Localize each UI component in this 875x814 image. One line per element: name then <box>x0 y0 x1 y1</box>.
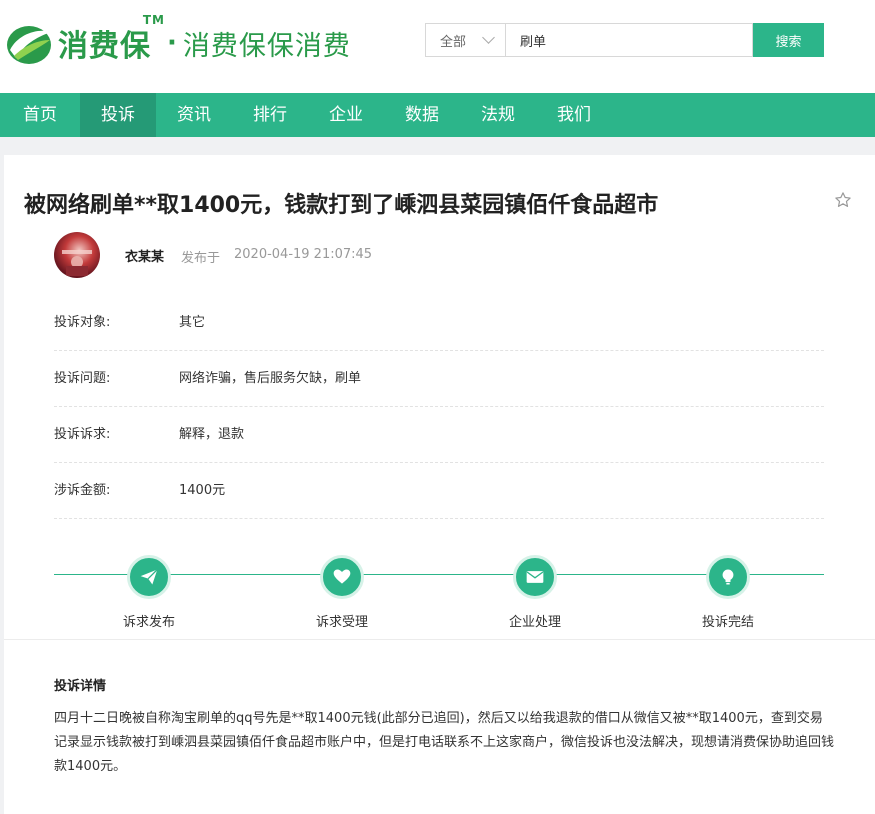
leaf-logo-icon <box>7 26 51 64</box>
field-label: 涉诉金额: <box>54 483 111 498</box>
complaint-card: 被网络刷单**取1400元，钱款打到了嵊泗县菜园镇佰仟食品超市 衣某某 发布于 … <box>4 155 875 814</box>
search-button[interactable]: 搜索 <box>753 23 824 57</box>
avatar[interactable] <box>54 232 100 278</box>
nav-item-about[interactable]: 我们 <box>536 93 612 137</box>
chevron-down-icon <box>482 31 495 44</box>
nav-item-complaints[interactable]: 投诉 <box>80 93 156 137</box>
site-logo[interactable]: 消费保 TM · 消费保保消费 <box>4 13 351 68</box>
step-completed: 投诉完结 <box>668 553 788 630</box>
nav-item-home[interactable]: 首页 <box>0 93 80 137</box>
heart-icon <box>320 555 364 599</box>
logo-slogan: 消费保保消费 <box>182 30 351 62</box>
site-header: 消费保TM · 消费保保消费 全部 搜索 <box>0 0 875 93</box>
logo-brand-text: 消费保 TM <box>58 13 165 64</box>
field-label: 投诉诉求: <box>54 427 111 442</box>
step-label: 诉求受理 <box>315 615 368 630</box>
step-label: 企业处理 <box>508 615 561 630</box>
paper-plane-icon <box>127 555 171 599</box>
nav-item-data[interactable]: 数据 <box>384 93 460 137</box>
search-scope-label: 全部 <box>440 34 467 50</box>
info-row-demand: 投诉诉求: 解释，退款 <box>54 407 824 463</box>
info-row-amount: 涉诉金额: 1400元 <box>54 463 824 519</box>
nav-item-companies[interactable]: 企业 <box>308 93 384 137</box>
complaint-title: 被网络刷单**取1400元，钱款打到了嵊泗县菜园镇佰仟食品超市 <box>24 193 659 218</box>
field-value: 其它 <box>179 315 206 330</box>
published-label: 发布于 <box>181 251 221 266</box>
step-label: 诉求发布 <box>122 615 175 630</box>
field-value: 1400元 <box>179 483 226 498</box>
mail-icon <box>513 555 557 599</box>
lightbulb-icon <box>706 555 750 599</box>
step-label: 投诉完结 <box>701 615 754 630</box>
info-row-target: 投诉对象: 其它 <box>54 295 824 351</box>
section-divider <box>4 639 875 640</box>
search-input[interactable] <box>505 23 753 57</box>
favorite-star-icon[interactable] <box>834 191 852 209</box>
info-row-issue: 投诉问题: 网络诈骗，售后服务欠缺，刷单 <box>54 351 824 407</box>
detail-heading: 投诉详情 <box>54 679 107 694</box>
step-published: 诉求发布 <box>89 553 209 630</box>
field-label: 投诉问题: <box>54 371 111 386</box>
logo-separator: · <box>167 28 177 58</box>
step-company-handling: 企业处理 <box>475 553 595 630</box>
nav-item-regulations[interactable]: 法规 <box>460 93 536 137</box>
detail-text: 四月十二日晚被自称淘宝刷单的qq号先是**取1400元钱(此部分已追回)，然后又… <box>54 711 835 774</box>
field-value: 网络诈骗，售后服务欠缺，刷单 <box>179 371 362 386</box>
search-scope-select[interactable]: 全部 <box>425 23 505 57</box>
field-value: 解释，退款 <box>179 427 245 442</box>
published-time: 2020-04-19 21:07:45 <box>234 247 373 262</box>
step-accepted: 诉求受理 <box>282 553 402 630</box>
main-nav: 首页 投诉 资讯 排行 企业 数据 法规 我们 <box>0 93 875 137</box>
field-label: 投诉对象: <box>54 315 111 330</box>
trademark-mark: TM <box>142 13 165 27</box>
author-name[interactable]: 衣某某 <box>125 246 164 265</box>
nav-item-ranking[interactable]: 排行 <box>232 93 308 137</box>
complaint-progress: 诉求发布 诉求受理 企业处理 投诉完结 <box>54 553 824 630</box>
search-bar: 全部 搜索 <box>425 23 824 57</box>
nav-item-news[interactable]: 资讯 <box>156 93 232 137</box>
avatar-photo <box>62 250 92 276</box>
